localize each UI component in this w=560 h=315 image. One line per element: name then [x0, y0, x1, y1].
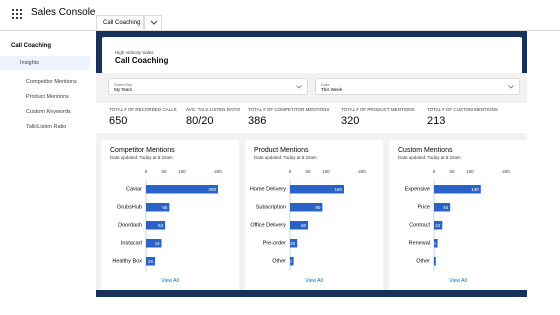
- custom-mentions-chart: 0 50 100 200 Expensive 130 Price 45 Contract 23 Re…: [405, 169, 510, 271]
- bar-value-label: 25: [148, 259, 154, 264]
- bar-value-label: 130: [471, 187, 479, 192]
- bar-value-label: 43: [154, 241, 160, 246]
- global-header: Sales Console Call Coaching: [0, 0, 560, 31]
- category-label: Instacart: [121, 241, 143, 247]
- category-label: Caviar: [126, 187, 142, 193]
- bar-value-label: 20: [290, 241, 296, 246]
- chart-title: Product Mentions: [254, 147, 309, 154]
- app-name: Sales Console: [31, 7, 96, 18]
- app-launcher-icon[interactable]: [12, 9, 22, 19]
- chevron-down-icon: [150, 20, 158, 25]
- stat-label: TOTAL # OF RECORDED CALLS: [109, 107, 177, 112]
- stat-value: 386: [248, 115, 267, 127]
- custom-mentions-card: Custom Mentions Data updated: Today at 8…: [389, 140, 527, 290]
- stat-competitor-mentions: TOTAL # OF COMPETITOR MENTIONS 386: [248, 107, 329, 127]
- competitor-mentions-card: Competitor Mentions Data updated: Today …: [101, 140, 239, 290]
- category-label: Healthy Box: [112, 259, 142, 265]
- bar-value-label: 50: [301, 223, 307, 228]
- chart-title: Competitor Mentions: [110, 147, 175, 154]
- chart-title: Custom Mentions: [398, 147, 453, 154]
- stat-value: 213: [427, 115, 446, 127]
- bar-value-label: 200: [208, 187, 216, 192]
- category-label: Home Delivery: [250, 187, 286, 193]
- bar-value-label: 53: [158, 223, 164, 228]
- category-label: Other: [272, 259, 286, 265]
- chart-updated: Data updated: Today at 8:32am: [398, 155, 461, 160]
- view-all-link[interactable]: View All: [101, 278, 239, 284]
- date-filter[interactable]: Date This Week: [315, 78, 520, 95]
- competitor-mentions-chart: 0 50 100 200 Caviar 200 GrubsHub 65 Doordash 53 In…: [112, 169, 222, 271]
- sidebar: Call Coaching Insights Competitor Mentio…: [0, 31, 96, 315]
- chevron-down-icon: [296, 85, 302, 89]
- category-label: Subscription: [256, 205, 286, 211]
- stats-row: TOTAL # OF RECORDED CALLS 650 AVG. TALK:…: [96, 103, 527, 133]
- tick-label: 0: [145, 169, 148, 174]
- stat-label: TOTAL # OF PRODUCT MENTIONS: [341, 107, 415, 112]
- tick-label: 50: [161, 169, 167, 174]
- tick-label: 0: [433, 169, 436, 174]
- category-label: Pre-order: [263, 241, 286, 247]
- bar-value-label: 23: [435, 223, 441, 228]
- category-label: Contract: [409, 223, 430, 229]
- category-label: Other: [416, 259, 430, 265]
- stat-label: TOTAL # OF COMPETITOR MENTIONS: [248, 107, 330, 112]
- tick-label: 200: [358, 169, 366, 174]
- stat-label: AVG. TALK:LISTEN RATIO: [186, 107, 241, 112]
- sales-rep-filter-value: My Team: [114, 87, 133, 92]
- page-header: High Velocity Sales Call Coaching: [102, 37, 522, 77]
- tick-label: 100: [322, 169, 330, 174]
- sidebar-item-competitor-mentions[interactable]: Competitor Mentions: [0, 75, 90, 89]
- product-mentions-card: Product Mentions Data updated: Today at …: [245, 140, 383, 290]
- stat-custom-mentions: TOTAL # OF CUSTOM MENTIONS 213: [427, 107, 498, 127]
- category-label: Expensive: [405, 187, 430, 193]
- sidebar-title: Call Coaching: [11, 43, 52, 49]
- right-gutter: [527, 31, 560, 315]
- tick-label: 50: [449, 169, 455, 174]
- sales-rep-filter[interactable]: Sales Rep My Team: [108, 78, 308, 95]
- bar-value-label: 10: [287, 259, 293, 264]
- bar-value-label: 150: [334, 187, 342, 192]
- category-label: Doordash: [118, 223, 142, 229]
- tick-label: 200: [502, 169, 510, 174]
- stat-value: 650: [109, 115, 128, 127]
- sidebar-item-product-mentions[interactable]: Product Mentions: [0, 90, 90, 104]
- category-label: Office Delivery: [250, 223, 286, 229]
- chevron-down-icon: [508, 85, 514, 89]
- product-mentions-chart: 0 50 100 200 Home Delivery 150 Subscription 90 O…: [250, 169, 366, 271]
- chart-updated: Data updated: Today at 8:32am: [110, 155, 173, 160]
- tab-call-coaching[interactable]: Call Coaching: [96, 15, 144, 31]
- stat-product-mentions: TOTAL # OF PRODUCT MENTIONS 320: [341, 107, 415, 127]
- stat-value: 80/20: [186, 115, 214, 127]
- bar: [146, 185, 218, 194]
- chart-updated: Data updated: Today at 8:32am: [254, 155, 317, 160]
- tick-label: 50: [305, 169, 311, 174]
- tick-label: 100: [466, 169, 474, 174]
- category-label: Renewal: [409, 241, 430, 247]
- bar-value-label: 10: [431, 241, 437, 246]
- sidebar-item-talk-listen-ratio[interactable]: Talk/Listen Ratio: [0, 120, 90, 134]
- bar-value-label: 90: [315, 205, 321, 210]
- tick-label: 0: [289, 169, 292, 174]
- bar: [434, 257, 436, 266]
- category-label: Price: [417, 205, 430, 211]
- date-filter-value: This Week: [321, 87, 343, 92]
- tick-label: 100: [178, 169, 186, 174]
- stat-value: 320: [341, 115, 360, 127]
- tick-label: 200: [214, 169, 222, 174]
- stat-label: TOTAL # OF CUSTOM MENTIONS: [427, 107, 498, 112]
- view-all-link[interactable]: View All: [389, 278, 527, 284]
- page-subtitle: High Velocity Sales: [115, 50, 154, 55]
- bar-value-label: 45: [443, 205, 449, 210]
- category-label: GrubsHub: [117, 205, 142, 211]
- page-title: Call Coaching: [115, 56, 169, 65]
- sidebar-item-insights[interactable]: Insights: [0, 56, 90, 70]
- view-all-link[interactable]: View All: [245, 278, 383, 284]
- stat-talk-listen-ratio: AVG. TALK:LISTEN RATIO 80/20: [186, 107, 240, 127]
- bar-value-label: 65: [162, 205, 168, 210]
- tab-menu-button[interactable]: [144, 15, 162, 31]
- sidebar-item-custom-keywords[interactable]: Custom Keywords: [0, 105, 90, 119]
- stat-recorded-calls: TOTAL # OF RECORDED CALLS 650: [109, 107, 177, 127]
